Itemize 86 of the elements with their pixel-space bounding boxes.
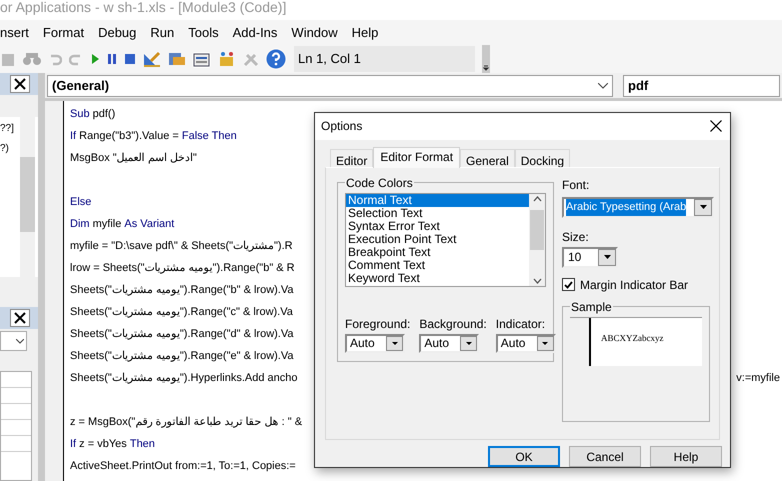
list-item[interactable]: Normal Text bbox=[346, 194, 529, 207]
code-line: myfile = "D:\save pdf\" & Sheets("مشتريات").R bbox=[70, 238, 293, 254]
list-item[interactable]: Keyword Text bbox=[346, 272, 529, 285]
scroll-down-icon[interactable] bbox=[532, 278, 542, 284]
close-icon[interactable] bbox=[710, 120, 722, 132]
code-line: Sheets("يوميه مشتريات").Range("e" & lrow).Va bbox=[70, 348, 294, 364]
position-indicator: Ln 1, Col 1 bbox=[294, 46, 475, 72]
dropdown-arrow-icon bbox=[542, 342, 548, 345]
chevron-icon bbox=[16, 338, 24, 344]
code-line: z = MsgBox("هل حقا تريد طباعة الفاتورة رقم : " & bbox=[70, 414, 302, 430]
code-line: Else bbox=[70, 194, 92, 210]
dropdown-arrow-icon bbox=[466, 342, 472, 345]
code-line: If z = vbYes Then bbox=[70, 436, 155, 452]
tree-item[interactable]: ?) bbox=[0, 139, 20, 159]
dropdown-arrow-icon bbox=[700, 205, 706, 210]
tab[interactable]: Docking bbox=[514, 148, 570, 167]
object-dropdown[interactable]: (General) bbox=[47, 74, 613, 96]
code-line: Sheets("يوميه مشتريات").Hyperlinks.Add ancho bbox=[70, 370, 298, 386]
menu-item[interactable]: Window bbox=[291, 22, 338, 42]
code-line: Sheets("يوميه مشتريات").Range("b" & lrow).Va bbox=[70, 282, 294, 298]
picker-label: Indicator: bbox=[496, 316, 546, 333]
project-explorer-icon[interactable] bbox=[168, 51, 186, 67]
close-icon bbox=[14, 312, 26, 324]
help-icon[interactable] bbox=[266, 49, 286, 69]
tab[interactable]: Editor Format bbox=[373, 146, 460, 168]
menu-item[interactable]: Tools bbox=[188, 22, 219, 42]
menu-item[interactable]: Format bbox=[42, 22, 84, 42]
run-icon[interactable] bbox=[90, 53, 100, 65]
toolbar-options-icon[interactable] bbox=[482, 45, 490, 73]
code-line: MsgBox "ادخل اسم العميل" bbox=[70, 150, 197, 166]
picker-label: Foreground: bbox=[345, 316, 410, 333]
scroll-up-icon[interactable] bbox=[532, 196, 542, 202]
list-item[interactable]: Breakpoint Text bbox=[346, 246, 529, 259]
dialog-button[interactable]: Help bbox=[650, 446, 722, 467]
checkmark-icon bbox=[564, 280, 573, 289]
code-line: ActiveSheet.PrintOut from:=1, To:=1, Copies:= bbox=[70, 458, 296, 474]
chevron-icon bbox=[598, 82, 608, 88]
stop-icon[interactable] bbox=[124, 53, 136, 65]
properties-icon[interactable] bbox=[193, 51, 211, 67]
checkbox-label: Margin Indicator Bar bbox=[580, 276, 688, 294]
color-dropdown[interactable]: Auto bbox=[345, 334, 405, 353]
tab[interactable]: Editor bbox=[330, 148, 374, 167]
scrollbar[interactable] bbox=[529, 194, 545, 286]
sample-text: ABCXYZabcxyz bbox=[601, 332, 664, 344]
menu-item[interactable]: Add-Ins bbox=[232, 22, 278, 42]
dropdown-value: (General) bbox=[52, 76, 110, 95]
design-mode-icon[interactable] bbox=[143, 51, 161, 67]
code-line: If Range("b3").Value = False Then bbox=[70, 128, 237, 144]
tree-item[interactable]: ??] bbox=[0, 119, 20, 139]
menu-item[interactable]: Help bbox=[352, 22, 378, 42]
menu-item[interactable]: Run bbox=[150, 22, 174, 42]
list-item[interactable]: Comment Text bbox=[346, 258, 529, 272]
font-dropdown[interactable]: Arabic Typesetting (Arab bbox=[562, 196, 714, 218]
code-colors-list[interactable]: Normal Text Selection Text Syntax Error Text Execution Point Text Breakpoint Text Comment Text Keyword Text bbox=[345, 192, 546, 287]
size-dropdown[interactable]: 10 bbox=[562, 246, 618, 268]
color-dropdown[interactable]: Auto bbox=[496, 334, 556, 353]
checkbox[interactable] bbox=[562, 278, 575, 292]
close-button[interactable] bbox=[10, 309, 30, 327]
menu-item[interactable]: nsert bbox=[0, 22, 29, 42]
code-line: Sub pdf() bbox=[70, 106, 116, 122]
code-line: Sheets("يوميه مشتريات").Range("d" & lrow).Va bbox=[70, 326, 294, 342]
procedure-dropdown[interactable]: pdf bbox=[623, 74, 780, 96]
color-dropdown[interactable]: Auto bbox=[419, 334, 480, 353]
dialog-title: Options bbox=[321, 118, 362, 136]
dialog-button[interactable]: OK bbox=[488, 446, 560, 467]
dropdown-arrow-icon bbox=[604, 255, 610, 260]
tab[interactable]: General bbox=[460, 148, 515, 167]
code-line: Sheets("يوميه مشتريات").Range("c" & lrow).Va bbox=[70, 304, 293, 320]
code-line: lrow = Sheets("يوميه مشتريات").Range("b" & R bbox=[70, 260, 295, 276]
dialog-button[interactable]: Cancel bbox=[569, 446, 641, 467]
object-dropdown[interactable] bbox=[0, 331, 27, 351]
picker-label: Background: bbox=[419, 316, 487, 333]
close-button[interactable] bbox=[10, 75, 30, 93]
object-browser-icon[interactable] bbox=[218, 51, 236, 67]
menu-item[interactable]: Debug bbox=[98, 22, 136, 42]
font-label: Font: bbox=[562, 176, 590, 194]
close-icon bbox=[14, 78, 26, 90]
size-label: Size: bbox=[562, 228, 590, 246]
window-title: or Applications - w sh-1.xls - [Module3 (Code)] bbox=[0, 0, 286, 17]
list-item[interactable]: Execution Point Text bbox=[346, 232, 529, 246]
code-line: Dim myfile As Variant bbox=[70, 216, 174, 232]
list-item[interactable]: Selection Text bbox=[346, 206, 529, 220]
pause-icon[interactable] bbox=[107, 53, 117, 65]
dropdown-arrow-icon bbox=[392, 342, 398, 345]
code-line: v:=myfile bbox=[736, 370, 780, 386]
list-item[interactable]: Syntax Error Text bbox=[346, 220, 529, 233]
